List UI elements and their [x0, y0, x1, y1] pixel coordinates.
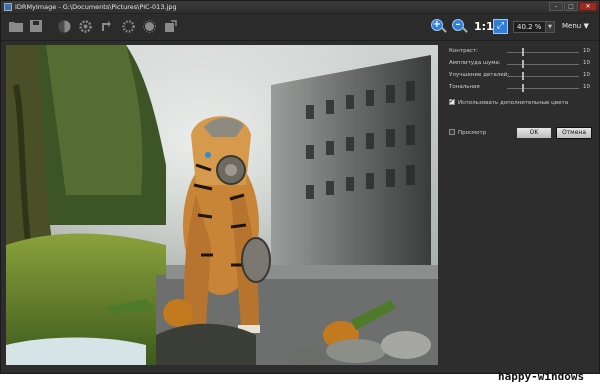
zoom-in-icon[interactable]: + — [431, 19, 447, 35]
param-value: 10 — [583, 60, 590, 66]
menu-label: Menu — [562, 22, 582, 30]
param-value: 10 — [583, 72, 590, 78]
title-bar: IDRMyImage - G:\Documents\Pictures\PIC-0… — [1, 1, 599, 14]
fit-to-window-icon[interactable]: ⤢ — [493, 19, 508, 34]
cancel-button[interactable]: Отмена — [556, 127, 592, 139]
photo-preview — [6, 45, 438, 365]
actual-size-button[interactable]: 1:1 — [474, 20, 494, 33]
slider-thumb[interactable] — [522, 60, 524, 68]
effects-icon[interactable] — [142, 20, 156, 34]
param-detail: Улучшение деталей: 10 — [449, 71, 595, 81]
slider-thumb[interactable] — [522, 48, 524, 56]
param-noise: Амплитуда шума: 10 — [449, 59, 595, 69]
slider-thumb[interactable] — [522, 84, 524, 92]
close-button[interactable]: ✕ — [579, 2, 597, 11]
open-folder-icon[interactable] — [9, 20, 23, 34]
export-icon[interactable] — [163, 20, 177, 34]
minimize-button[interactable]: – — [549, 2, 563, 11]
zoom-level-value: 40.2 % — [517, 23, 542, 31]
app-logo-icon — [4, 3, 12, 11]
detail-slider[interactable] — [507, 76, 579, 77]
settings-icon[interactable] — [121, 20, 135, 34]
extra-colors-checkbox[interactable] — [449, 97, 455, 105]
param-label: Улучшение деталей: — [449, 72, 510, 78]
zoom-level-select[interactable]: 40.2 % ▼ — [513, 21, 555, 33]
tonal-slider[interactable] — [507, 88, 579, 89]
param-contrast: Контраст: 10 — [449, 47, 595, 57]
image-canvas[interactable] — [6, 45, 438, 365]
settings-panel: Контраст: 10 Амплитуда шума: 10 Улучшени… — [443, 41, 599, 367]
app-window: IDRMyImage - G:\Documents\Pictures\PIC-0… — [0, 0, 600, 374]
window-title: IDRMyImage - G:\Documents\Pictures\PIC-0… — [15, 3, 177, 11]
param-value: 10 — [583, 84, 590, 90]
ok-button[interactable]: OK — [516, 127, 552, 139]
preview-label: Просмотр — [458, 130, 487, 136]
watermark-text: happy-windows — [498, 370, 585, 383]
chevron-down-icon[interactable]: ▼ — [545, 22, 554, 32]
noise-slider[interactable] — [507, 64, 579, 65]
rotate-icon[interactable] — [99, 20, 113, 34]
save-icon[interactable] — [29, 20, 43, 34]
menu-button[interactable]: Menu ▼ — [562, 22, 589, 30]
preview-checkbox[interactable] — [449, 129, 455, 135]
toolbar: + – 1:1 ⤢ 40.2 % ▼ Menu ▼ — [1, 15, 599, 41]
gear-icon[interactable] — [78, 20, 92, 34]
param-label: Тональная — [449, 84, 480, 90]
param-tonal: Тональная 10 — [449, 83, 595, 93]
param-label: Амплитуда шума: — [449, 60, 501, 66]
extra-colors-label: Использовать дополнительные цвета — [458, 100, 569, 106]
contrast-icon[interactable] — [57, 20, 71, 34]
param-value: 10 — [583, 48, 590, 54]
slider-thumb[interactable] — [522, 72, 524, 80]
param-label: Контраст: — [449, 48, 479, 54]
maximize-button[interactable]: □ — [564, 2, 578, 11]
menu-arrow-icon: ▼ — [583, 22, 589, 30]
window-controls: – □ ✕ — [549, 2, 597, 11]
zoom-out-icon[interactable]: – — [452, 19, 468, 35]
contrast-slider[interactable] — [507, 52, 579, 53]
